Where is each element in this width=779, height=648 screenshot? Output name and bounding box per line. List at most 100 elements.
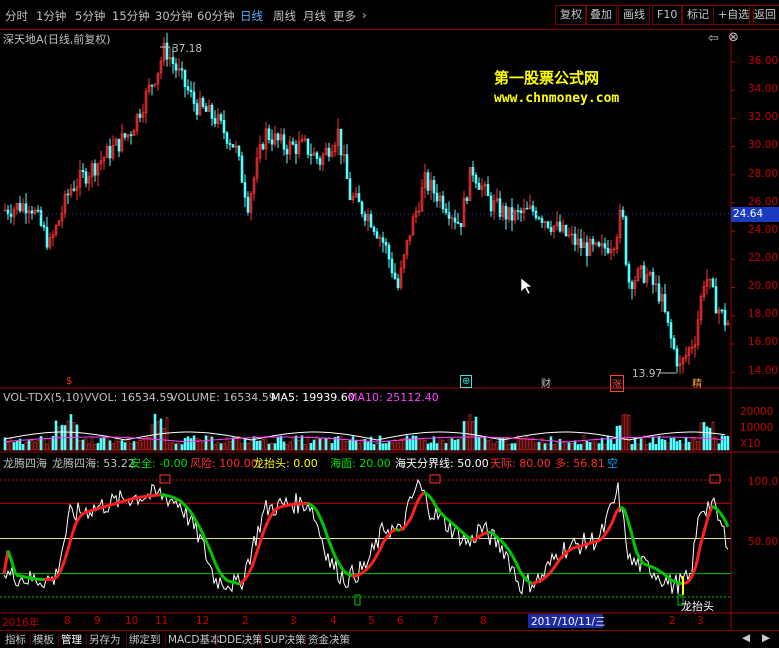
volume-bar: [486, 440, 490, 451]
trend-line: [550, 563, 558, 572]
volume-bar: [462, 421, 466, 451]
rise-marker[interactable]: 涨: [610, 375, 624, 392]
volume-bar: [162, 428, 166, 451]
candle-body: [183, 69, 187, 87]
volume-bar: [465, 421, 469, 451]
vol-indicator-name[interactable]: VOL-TDX(5,10): [3, 391, 84, 404]
trend-line: [214, 564, 222, 574]
date-tick: 7: [432, 615, 439, 627]
volume-bar: [372, 444, 376, 451]
period-tab-daily[interactable]: 日线: [240, 8, 263, 24]
candle-body: [180, 68, 184, 71]
f10-button[interactable]: F10: [652, 5, 683, 25]
date-tick: 3: [290, 615, 297, 627]
volume-bar: [585, 440, 589, 451]
volume-bar: [33, 441, 37, 451]
select-marker[interactable]: 精: [692, 375, 702, 390]
volume-bar: [405, 435, 409, 451]
volume-bar: [669, 437, 673, 451]
tab-macd[interactable]: MACD基本: [168, 632, 220, 647]
volume-bar: [72, 422, 76, 451]
kline-chart[interactable]: [0, 30, 779, 630]
restore-rights-button[interactable]: 复权: [555, 5, 587, 25]
volume-bar: [357, 442, 361, 451]
volume-bar: [450, 438, 454, 451]
volume-bar: [381, 443, 385, 451]
vol-ytick-10000: 10000: [740, 422, 774, 434]
sky-value: 天际: 80.00: [490, 457, 551, 470]
date-tick: 11: [155, 615, 169, 627]
volume-bar: [183, 438, 187, 451]
trend-line: [291, 502, 297, 506]
mark-button[interactable]: 标记: [682, 5, 714, 25]
tab-dde[interactable]: DDE决策: [219, 632, 263, 647]
volume-bar: [126, 436, 130, 451]
date-axis-start: 2016年: [2, 617, 40, 629]
trend-line: [131, 496, 137, 501]
volume-bar: [579, 443, 583, 451]
tab-sup[interactable]: SUP决策: [264, 632, 306, 647]
tab-indicator[interactable]: 指标: [5, 632, 26, 647]
volume-bar: [153, 413, 157, 451]
draw-line-button[interactable]: 画线: [618, 5, 650, 25]
volume-bar: [606, 435, 610, 451]
back-button[interactable]: 返回: [749, 5, 779, 25]
trend-line: [647, 563, 653, 569]
volume-bar: [240, 443, 244, 451]
tab-bind-to[interactable]: 绑定到: [129, 632, 161, 647]
candle-body: [525, 207, 529, 210]
candle-body: [516, 210, 520, 212]
volume-bar: [663, 439, 667, 451]
candle-body: [486, 184, 490, 197]
trend-line: [66, 534, 74, 550]
trend-line: [490, 531, 498, 538]
overlay-button[interactable]: 叠加: [585, 5, 617, 25]
period-tab-monthly[interactable]: 月线: [303, 8, 326, 24]
volume-bar: [30, 440, 34, 451]
indicator-name[interactable]: 龙腾四海: [3, 455, 47, 471]
volume-bar: [723, 435, 727, 451]
period-tab-60min[interactable]: 60分钟: [197, 8, 235, 24]
volume-bar: [564, 441, 568, 451]
tab-manage[interactable]: 管理: [61, 632, 82, 647]
trend-line: [186, 507, 194, 515]
trend-line: [51, 576, 57, 581]
period-tab-30min[interactable]: 30分钟: [155, 8, 193, 24]
volume-value: VOLUME: 16534.59: [170, 391, 276, 404]
trend-line: [591, 539, 597, 545]
trend-line: [546, 569, 554, 577]
candle-body: [171, 57, 175, 65]
candle-body: [9, 213, 13, 217]
more-chevron-icon[interactable]: ›: [362, 8, 367, 22]
period-tab-more[interactable]: 更多: [333, 8, 356, 24]
volume-bar: [252, 436, 256, 451]
scroll-left-icon[interactable]: ◀: [742, 632, 750, 644]
close-icon[interactable]: ⊗: [728, 30, 739, 45]
dividend-marker[interactable]: $: [66, 376, 72, 387]
volume-bar: [225, 437, 229, 451]
tab-save-as[interactable]: 另存为: [89, 632, 121, 647]
period-tab-fenshi[interactable]: 分时: [5, 8, 28, 24]
period-tab-5min[interactable]: 5分钟: [75, 8, 105, 24]
scroll-right-icon[interactable]: ▶: [762, 632, 770, 644]
period-tab-1min[interactable]: 1分钟: [36, 8, 66, 24]
sell-signal-marker: [159, 474, 171, 484]
trend-line: [610, 511, 618, 524]
volume-bar: [300, 435, 304, 451]
volume-bar: [282, 441, 286, 451]
volume-bar: [375, 442, 379, 451]
period-tab-15min[interactable]: 15分钟: [112, 8, 150, 24]
candle-body: [663, 294, 667, 313]
trend-line: [395, 528, 401, 532]
candle-body: [108, 145, 112, 159]
candle-body: [270, 139, 274, 145]
tab-template[interactable]: 模板: [33, 632, 54, 647]
volume-bar: [54, 420, 58, 451]
info-marker[interactable]: ⊕: [460, 375, 473, 388]
volume-bar: [468, 414, 472, 451]
collapse-icon[interactable]: ⇦: [708, 31, 719, 46]
tab-fund[interactable]: 资金决策: [308, 632, 350, 647]
finance-marker[interactable]: 财: [541, 375, 551, 390]
period-tab-weekly[interactable]: 周线: [273, 8, 296, 24]
trend-line: [99, 505, 105, 510]
